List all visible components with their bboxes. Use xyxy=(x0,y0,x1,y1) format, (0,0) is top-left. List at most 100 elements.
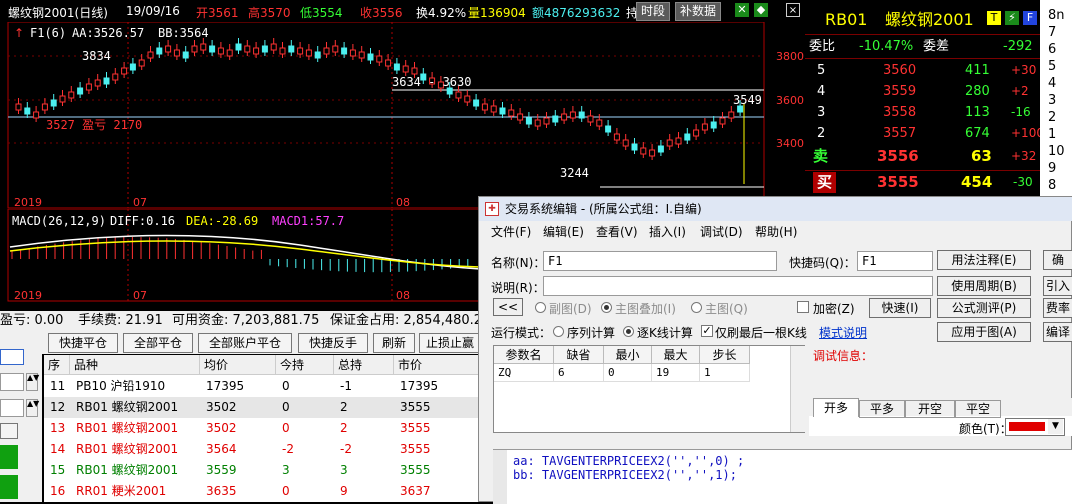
description-input[interactable] xyxy=(543,276,933,296)
candle xyxy=(323,47,330,55)
side-level-label: 7 xyxy=(1048,25,1057,40)
period-button[interactable]: 时段 xyxy=(636,2,671,21)
order-field[interactable] xyxy=(0,349,24,365)
settings-icon[interactable]: ✕ xyxy=(735,3,749,17)
import-button[interactable]: 引入 xyxy=(1043,276,1072,296)
menu-view[interactable]: 查看(V) xyxy=(596,223,638,241)
side-level-label: 5 xyxy=(1048,59,1057,74)
side-toggle[interactable] xyxy=(0,423,18,439)
encrypt-checkbox[interactable] xyxy=(797,301,809,313)
confirm-button[interactable]: 确 xyxy=(1043,250,1072,270)
close-all-button[interactable]: 全部平仓 xyxy=(123,333,193,353)
wei-cha-value: -292 xyxy=(1003,39,1033,54)
table-row[interactable]: 12 RB01 螺纹钢2001 3502 0 2 3555 xyxy=(44,397,480,418)
only-last-checkbox[interactable]: ✓ xyxy=(701,325,713,337)
menu-file[interactable]: 文件(F) xyxy=(491,223,531,241)
ask-row[interactable]: 4 3559 280 +2 xyxy=(805,81,1040,102)
tab-open-long[interactable]: 开多 xyxy=(813,398,859,417)
sell-label: 卖 xyxy=(813,147,829,165)
col-header[interactable]: 今持 xyxy=(276,355,334,375)
tab-close-long[interactable]: 平多 xyxy=(859,400,905,418)
usage-period-button[interactable]: 使用周期(B) xyxy=(937,276,1031,296)
param-col-header[interactable]: 最小 xyxy=(604,346,652,364)
refresh-button[interactable]: 刷新 xyxy=(373,333,415,353)
param-cell[interactable]: 1 xyxy=(700,364,750,382)
fee-rate-button[interactable]: 费率 xyxy=(1043,298,1072,318)
col-header[interactable]: 均价 xyxy=(200,355,276,375)
menu-help[interactable]: 帮助(H) xyxy=(755,223,797,241)
usage-notes-button[interactable]: 用法注释(E) xyxy=(937,250,1031,270)
code-editor[interactable]: aa: TAVGENTERPRICEEX2('','',0) ; bb: TAV… xyxy=(493,449,1072,504)
ask-row[interactable]: 5 3560 411 +30 xyxy=(805,60,1040,81)
per-bar-calc-radio[interactable] xyxy=(623,326,634,337)
buy-green-button-2[interactable] xyxy=(0,475,18,499)
stop-loss-button[interactable]: 止损止赢 xyxy=(419,333,480,353)
apply-to-chart-button[interactable]: 应用于图(A) xyxy=(937,322,1031,342)
col-header[interactable]: 品种 xyxy=(70,355,200,375)
param-cell[interactable]: ZQ xyxy=(494,364,554,382)
shortcut-input[interactable]: F1 xyxy=(857,251,933,271)
col-header[interactable]: 市价 xyxy=(394,355,480,375)
formula-test-button[interactable]: 公式测评(P) xyxy=(937,298,1031,318)
candle xyxy=(50,99,57,107)
menu-edit[interactable]: 编辑(E) xyxy=(543,223,584,241)
ask-row[interactable]: 3 3558 113 -16 xyxy=(805,102,1040,123)
param-cell[interactable]: 19 xyxy=(652,364,700,382)
color-select[interactable]: ▼ xyxy=(1005,418,1065,436)
param-col-header[interactable]: 缺省 xyxy=(554,346,604,364)
param-col-header[interactable]: 步长 xyxy=(700,346,750,364)
tab-close-short[interactable]: 平空 xyxy=(955,400,1001,418)
chart-symbol: 螺纹钢2001(日线) xyxy=(8,6,108,20)
f-icon[interactable]: F xyxy=(1023,11,1037,25)
menu-insert[interactable]: 插入(I) xyxy=(649,223,686,241)
t-icon[interactable]: T xyxy=(987,11,1001,25)
param-col-header[interactable]: 最大 xyxy=(652,346,700,364)
param-cell[interactable]: 0 xyxy=(604,364,652,382)
qty-stepper[interactable]: ▲▼ xyxy=(26,399,39,417)
subchart-radio[interactable] xyxy=(535,302,546,313)
candle xyxy=(147,51,154,59)
chevron-down-icon[interactable]: ▼ xyxy=(1048,419,1063,434)
table-row[interactable]: 11 PB10 沪铅1910 17395 0 -1 17395 xyxy=(44,376,480,397)
app-icon: ✚ xyxy=(485,202,499,216)
candle xyxy=(226,49,233,57)
compile-button[interactable]: 编译 xyxy=(1043,322,1072,342)
buy-green-button[interactable] xyxy=(0,445,18,469)
name-input[interactable]: F1 xyxy=(543,251,777,271)
close-all-accounts-button[interactable]: 全部账户平仓 xyxy=(198,333,292,353)
table-row[interactable]: 15 RB01 螺纹钢2001 3559 3 3 3555 xyxy=(44,460,480,481)
table-row[interactable]: 13 RB01 螺纹钢2001 3502 0 2 3555 xyxy=(44,418,480,439)
ask-change: +2 xyxy=(1011,84,1029,98)
candle xyxy=(261,45,268,53)
overlay-radio[interactable] xyxy=(601,302,612,313)
quick-close-button[interactable]: 快捷平仓 xyxy=(48,333,118,353)
params-scrollbar[interactable] xyxy=(790,346,805,432)
col-header[interactable]: 总持 xyxy=(334,355,394,375)
price-field[interactable] xyxy=(0,373,24,391)
candle xyxy=(728,111,735,119)
param-cell[interactable]: 6 xyxy=(554,364,604,382)
table-row[interactable]: 14 RB01 螺纹钢2001 3564 -2 -2 3555 xyxy=(44,439,480,460)
quick-reverse-button[interactable]: 快捷反手 xyxy=(298,333,368,353)
mainchart-radio[interactable] xyxy=(691,302,702,313)
qty-field[interactable] xyxy=(0,399,24,417)
close-chart-icon[interactable]: × xyxy=(786,3,800,17)
mode-help-link[interactable]: 模式说明 xyxy=(819,324,867,341)
col-header[interactable]: 序 xyxy=(44,355,70,375)
lightning-icon[interactable]: ⚡ xyxy=(1005,11,1019,25)
param-col-header[interactable]: 参数名 xyxy=(494,346,554,364)
ask-row[interactable]: 2 3557 674 +100 xyxy=(805,123,1044,144)
price-stepper[interactable]: ▲▼ xyxy=(26,373,39,391)
dialog-titlebar[interactable]: ✚ 交易系统编辑 - (所属公式组：I.自编) xyxy=(479,197,1072,221)
menu-debug[interactable]: 调试(D) xyxy=(700,223,743,241)
supplement-data-button[interactable]: 补数据 xyxy=(675,2,722,21)
table-row[interactable]: 16 RR01 粳米2001 3635 0 9 3637 xyxy=(44,481,480,502)
candlestick-chart[interactable]: ↑ F1(6) AA:3526.57 BB:3564 3834 3634 - 3… xyxy=(0,22,805,209)
tab-open-short[interactable]: 开空 xyxy=(905,400,955,418)
expand-icon[interactable]: ◆ xyxy=(754,3,768,17)
candle xyxy=(613,133,620,141)
fast-button[interactable]: 快速(I) xyxy=(869,298,931,318)
series-calc-radio[interactable] xyxy=(553,326,564,337)
collapse-button[interactable]: << xyxy=(493,298,523,316)
params-grid[interactable]: 参数名 缺省 最小 最大 步长 ZQ 6 0 19 1 xyxy=(493,345,805,433)
